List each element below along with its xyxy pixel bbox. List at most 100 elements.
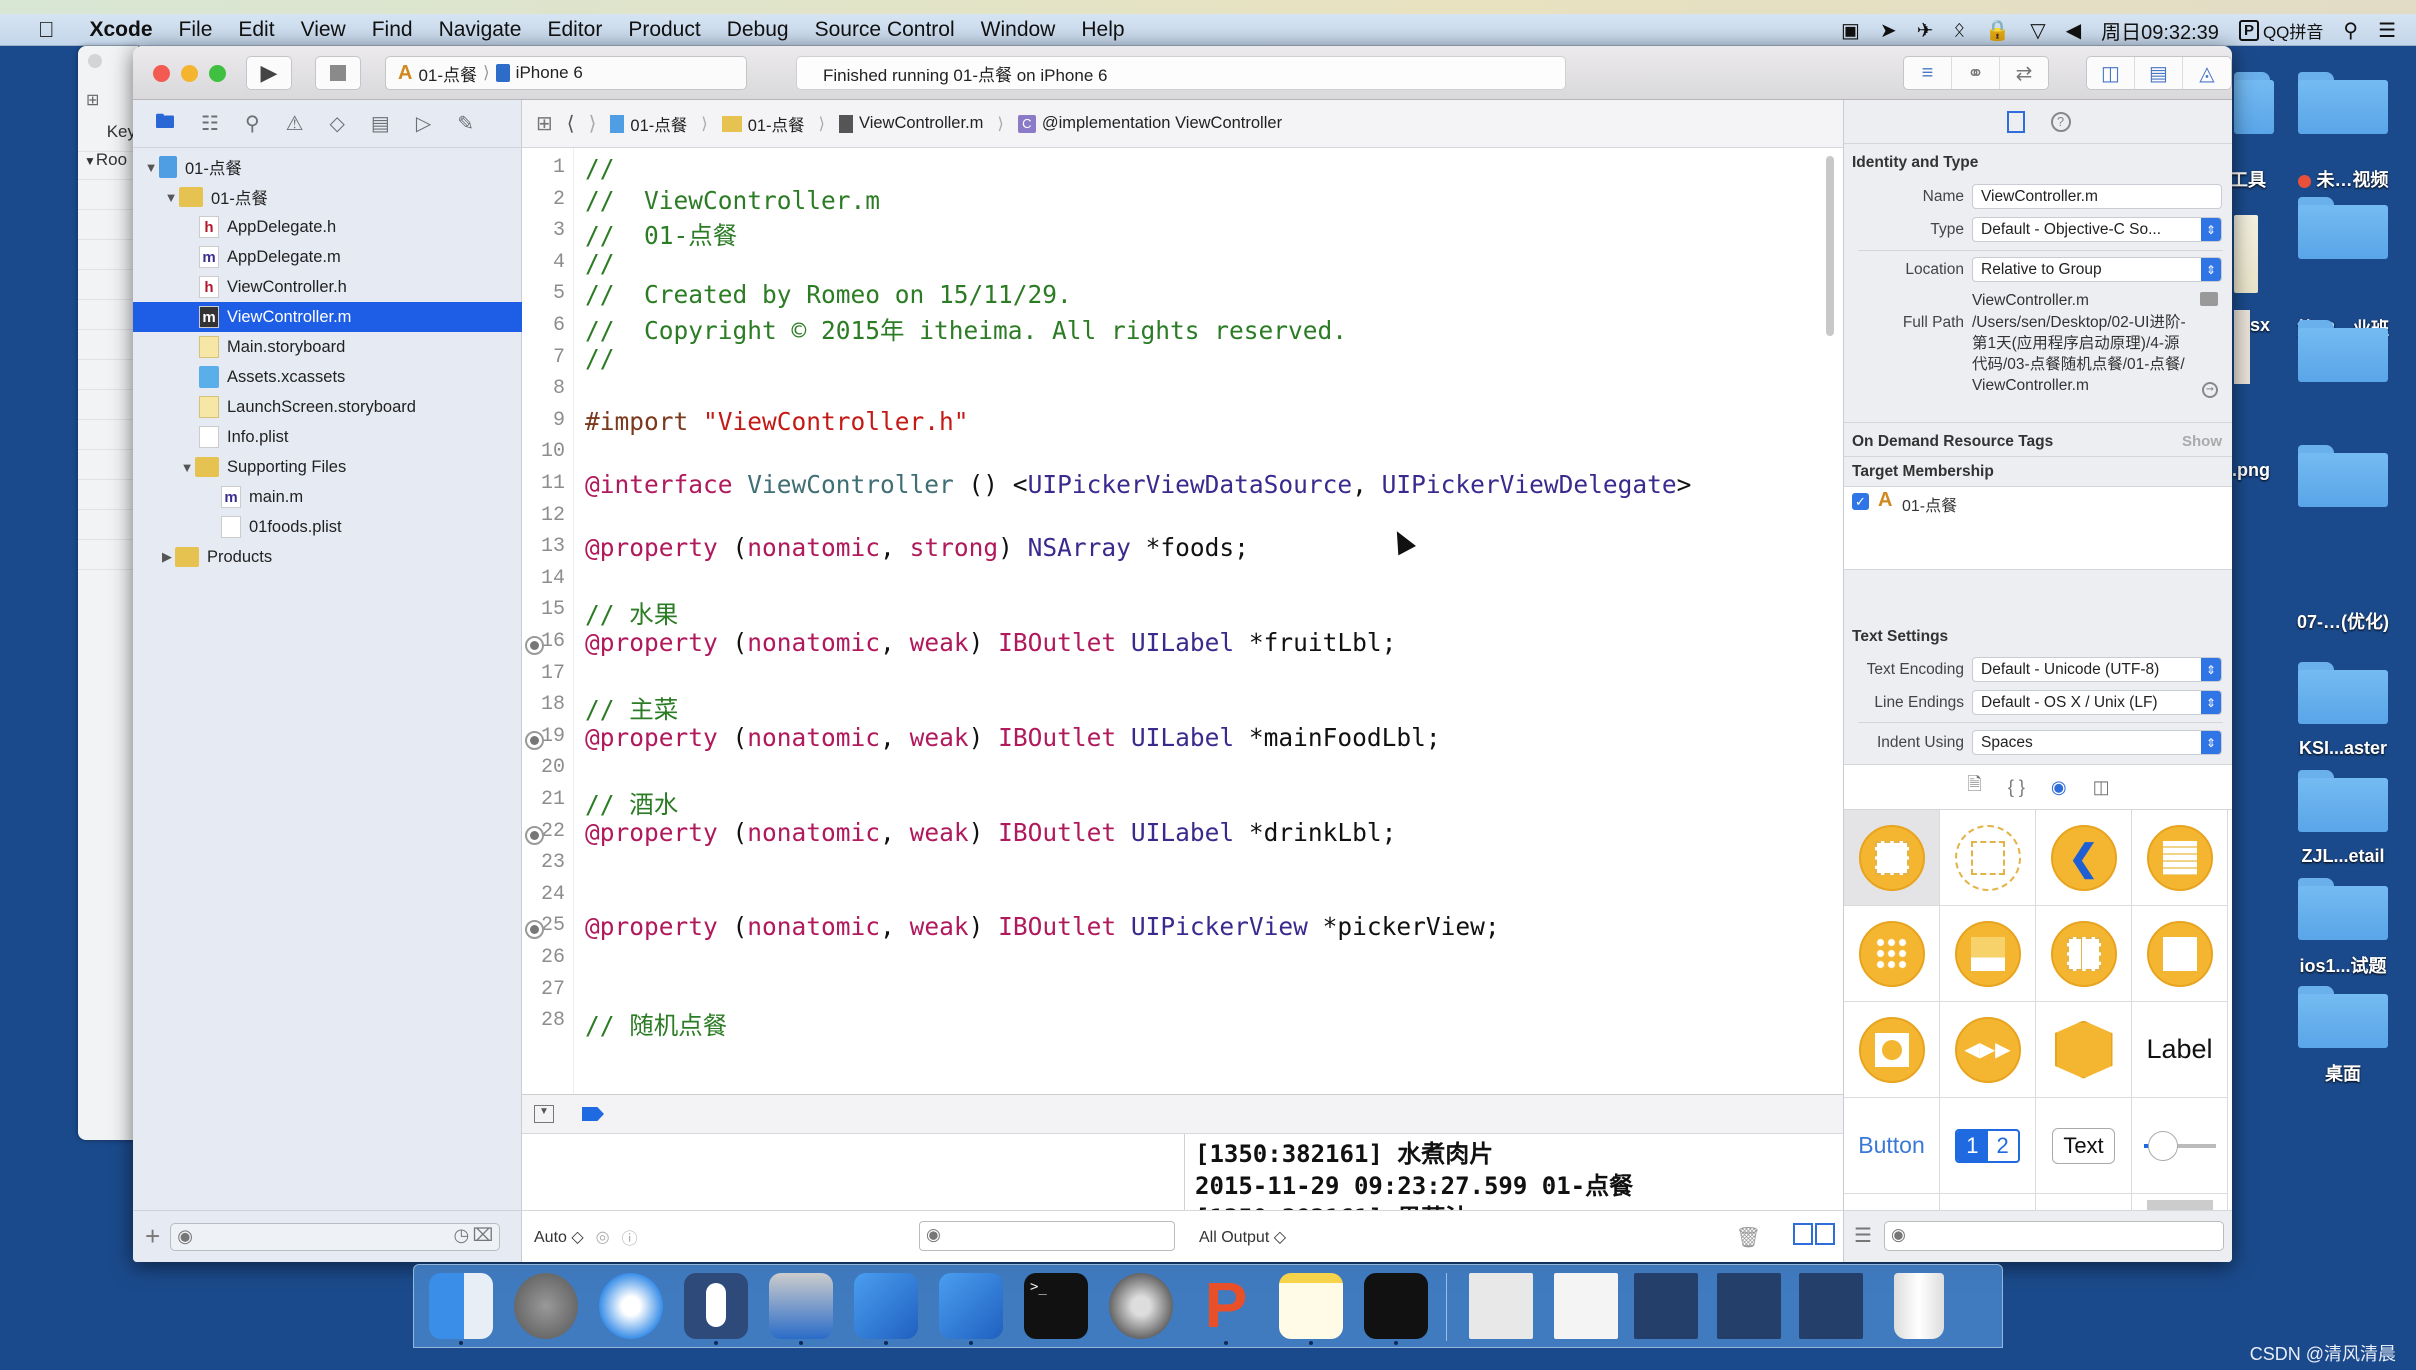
dock-terminal-icon[interactable]: >_ xyxy=(1024,1273,1088,1339)
tree-row-file[interactable]: LaunchScreen.storyboard xyxy=(133,392,522,422)
wifi-icon[interactable]: ▽ xyxy=(2030,18,2045,43)
run-button[interactable]: ▶ xyxy=(246,56,292,90)
menu-find[interactable]: Find xyxy=(359,18,426,42)
dock-launchpad-icon[interactable] xyxy=(514,1273,578,1339)
menu-help[interactable]: Help xyxy=(1068,18,1137,42)
file-template-library-icon[interactable]: 🗎 xyxy=(1967,772,1981,802)
stop-button[interactable] xyxy=(315,56,361,90)
menu-source-control[interactable]: Source Control xyxy=(802,18,968,42)
png-file-icon[interactable] xyxy=(2234,310,2250,384)
library-text-field[interactable]: Text xyxy=(2036,1098,2132,1194)
issue-navigator-tab-warning-icon[interactable]: ⚠ xyxy=(286,111,304,136)
find-navigator-tab-search-icon[interactable]: ⚲ xyxy=(245,111,260,136)
back-button[interactable]: ⟨ xyxy=(567,111,575,136)
close-button[interactable] xyxy=(153,65,170,82)
library-view-controller[interactable] xyxy=(1844,810,1940,906)
reveal-in-finder-arrow-icon[interactable]: ➞ xyxy=(2202,382,2218,398)
dock-system-preferences-icon[interactable] xyxy=(1109,1273,1173,1339)
quick-look-icon[interactable]: ◎ xyxy=(596,1227,610,1247)
trash-icon[interactable]: 🗑 xyxy=(1736,1225,1761,1250)
forward-button[interactable]: ⟩ xyxy=(589,111,597,136)
output-filter-select[interactable]: All Output ◇ xyxy=(1199,1227,1286,1247)
desktop-folder-icon[interactable] xyxy=(2234,72,2274,134)
spotlight-icon[interactable]: ⚲ xyxy=(2343,18,2358,43)
tree-row-file-selected[interactable]: m ViewController.m xyxy=(133,302,522,332)
breadcrumb-group[interactable]: 01-点餐 xyxy=(721,112,805,136)
tree-row-file[interactable]: Main.storyboard xyxy=(133,332,522,362)
desktop-folder-icon[interactable] xyxy=(2298,878,2388,940)
dock-trash-icon[interactable] xyxy=(1894,1273,1944,1339)
disclosure-triangle-icon[interactable]: ▼ xyxy=(163,190,179,205)
menu-app-name[interactable]: Xcode xyxy=(77,18,166,42)
dock-finder-icon[interactable] xyxy=(429,1273,493,1339)
library-page-view-controller[interactable] xyxy=(2132,906,2228,1002)
tree-row-group[interactable]: ▶ Products xyxy=(133,542,522,572)
desktop-item-label[interactable]: KSI...aster xyxy=(2268,738,2416,759)
type-select[interactable]: Default - Objective-C So... ⇕ xyxy=(1972,217,2222,242)
location-icon[interactable]: ➤ xyxy=(1880,18,1897,43)
bluetooth-icon[interactable]: ᛟ xyxy=(1953,19,1965,42)
breakpoint-navigator-tab-icon[interactable]: ▷ xyxy=(416,111,431,136)
breakpoints-toggle-icon[interactable] xyxy=(582,1107,604,1121)
text-encoding-select[interactable]: Default - Unicode (UTF-8) ⇕ xyxy=(1972,657,2222,682)
library-avkit-player-view-controller[interactable]: ◀▶▶ xyxy=(1940,1002,2036,1098)
tree-row-project[interactable]: ▼ 01-点餐 xyxy=(133,152,522,182)
file-inspector-tab-icon[interactable] xyxy=(2006,110,2025,133)
tree-row-file[interactable]: Info.plist xyxy=(133,422,522,452)
menu-navigate[interactable]: Navigate xyxy=(426,18,535,42)
desktop-folder-icon[interactable] xyxy=(2298,197,2388,259)
report-navigator-tab-icon[interactable]: ✎ xyxy=(457,111,474,136)
root-row[interactable]: ▼Roo xyxy=(78,150,138,180)
breadcrumb-project[interactable]: 01-点餐 xyxy=(610,112,687,136)
grid-icon[interactable]: ⊞ xyxy=(86,90,99,110)
menu-window[interactable]: Window xyxy=(968,18,1069,42)
library-label[interactable]: Label xyxy=(2132,1002,2228,1098)
column-header[interactable]: Key xyxy=(78,122,138,152)
code-area[interactable]: //// ViewController.m// 01-点餐//// Create… xyxy=(522,148,1822,1094)
input-method[interactable]: P QQ拼音 xyxy=(2238,18,2323,43)
desktop-item-label[interactable]: ios1...试题 xyxy=(2268,952,2416,978)
window-close-button-inactive[interactable] xyxy=(88,54,102,68)
apple-menu-icon[interactable]:  xyxy=(0,17,77,43)
tree-row-file[interactable]: h ViewController.h xyxy=(133,272,522,302)
line-endings-select[interactable]: Default - OS X / Unix (LF) ⇕ xyxy=(1972,690,2222,715)
reveal-folder-icon[interactable] xyxy=(2200,292,2218,306)
odr-show-button[interactable]: Show xyxy=(2182,433,2222,450)
library-slider[interactable] xyxy=(2132,1098,2228,1194)
desktop-item-label[interactable]: ZJL...etail xyxy=(2268,846,2416,867)
dock-instruments-icon[interactable] xyxy=(939,1273,1003,1339)
minimize-button[interactable] xyxy=(181,65,198,82)
dock-minimized-window-3[interactable] xyxy=(1634,1273,1698,1339)
dock-mouse-app-icon[interactable] xyxy=(684,1273,748,1339)
menu-debug[interactable]: Debug xyxy=(714,18,802,42)
dock-notes-icon[interactable] xyxy=(1279,1273,1343,1339)
airplane-icon[interactable]: ✈ xyxy=(1917,18,1934,43)
zoom-button[interactable] xyxy=(209,65,226,82)
tree-row-file[interactable]: 01foods.plist xyxy=(133,512,522,542)
disclosure-triangle-icon[interactable]: ▼ xyxy=(179,460,195,475)
object-library-icon[interactable]: ◉ xyxy=(2051,777,2067,798)
library-tab-bar-controller[interactable] xyxy=(1940,906,2036,1002)
dock-safari-icon[interactable] xyxy=(599,1273,663,1339)
code-snippet-library-icon[interactable]: { } xyxy=(2008,777,2025,798)
media-library-icon[interactable]: ◫ xyxy=(2093,777,2110,798)
tree-row-file[interactable]: h AppDelegate.h xyxy=(133,212,522,242)
tree-row-file[interactable]: Assets.xcassets xyxy=(133,362,522,392)
project-navigator-tab-folder-icon[interactable]: 🖿 xyxy=(155,107,175,141)
screen-record-icon[interactable]: ▣ xyxy=(1841,18,1860,43)
editor-mode-control[interactable]: ≡ ⚭ ⇄ xyxy=(1903,56,2049,90)
disclosure-triangle-icon[interactable]: ▶ xyxy=(159,549,175,565)
disclosure-triangle-icon[interactable]: ▼ xyxy=(143,160,159,175)
library-button[interactable]: Button xyxy=(1844,1098,1940,1194)
desktop-folder-icon[interactable] xyxy=(2298,986,2388,1048)
background-window[interactable]: ⊞ Key ▼Roo xyxy=(78,46,138,1140)
desktop-folder-icon[interactable] xyxy=(2298,320,2388,382)
clock[interactable]: 周日09:32:39 xyxy=(2101,16,2219,45)
breadcrumb-symbol[interactable]: C @implementation ViewController xyxy=(1017,114,1282,133)
location-select[interactable]: Relative to Group ⇕ xyxy=(1972,257,2222,282)
standard-editor-icon[interactable]: ≡ xyxy=(1904,57,1952,89)
dock-minimized-window-5[interactable] xyxy=(1799,1273,1863,1339)
info-icon[interactable]: ⓘ xyxy=(622,1225,638,1249)
tree-row-file[interactable]: m AppDelegate.m xyxy=(133,242,522,272)
dock-video-app-icon[interactable] xyxy=(769,1273,833,1339)
